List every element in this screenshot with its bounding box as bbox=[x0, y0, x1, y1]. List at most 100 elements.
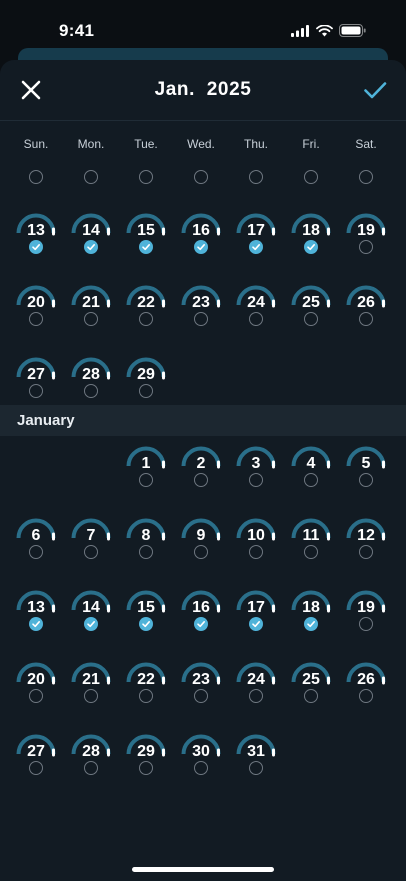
day-check-empty[interactable] bbox=[249, 689, 263, 703]
day-check-empty[interactable] bbox=[139, 473, 153, 487]
day-check-empty[interactable] bbox=[29, 689, 43, 703]
day-check-empty[interactable] bbox=[194, 170, 208, 184]
calendar-day[interactable]: 20 bbox=[14, 657, 58, 709]
day-check-selected[interactable] bbox=[139, 617, 153, 631]
day-check-selected[interactable] bbox=[84, 240, 98, 254]
day-check-empty[interactable] bbox=[359, 170, 373, 184]
day-check-selected[interactable] bbox=[194, 240, 208, 254]
calendar-day[interactable]: 1 bbox=[124, 441, 168, 493]
calendar-day[interactable]: 22 bbox=[124, 280, 168, 332]
calendar-day[interactable]: 24 bbox=[234, 280, 278, 332]
calendar-day[interactable]: 17 bbox=[234, 208, 278, 260]
calendar-day[interactable]: 27 bbox=[14, 352, 58, 404]
day-check-empty[interactable] bbox=[359, 473, 373, 487]
calendar-day[interactable]: 21 bbox=[69, 657, 113, 709]
calendar-day[interactable]: 4 bbox=[289, 441, 333, 493]
day-check-empty[interactable] bbox=[194, 689, 208, 703]
day-check-empty[interactable] bbox=[304, 473, 318, 487]
calendar-day[interactable]: 14 bbox=[69, 585, 113, 637]
day-check-empty[interactable] bbox=[29, 170, 43, 184]
calendar-day[interactable]: 19 bbox=[344, 585, 388, 637]
day-check-selected[interactable] bbox=[139, 240, 153, 254]
calendar-day[interactable]: 25 bbox=[289, 280, 333, 332]
day-check-empty[interactable] bbox=[249, 761, 263, 775]
day-check-empty[interactable] bbox=[304, 312, 318, 326]
calendar-day[interactable]: 19 bbox=[344, 208, 388, 260]
day-check-empty[interactable] bbox=[84, 761, 98, 775]
calendar-day[interactable]: 28 bbox=[69, 729, 113, 781]
day-check-selected[interactable] bbox=[84, 617, 98, 631]
calendar-day[interactable]: 6 bbox=[14, 513, 58, 565]
day-check-empty[interactable] bbox=[29, 545, 43, 559]
calendar-day[interactable]: 15 bbox=[124, 585, 168, 637]
day-check-empty[interactable] bbox=[139, 689, 153, 703]
day-check-selected[interactable] bbox=[304, 240, 318, 254]
day-check-empty[interactable] bbox=[194, 761, 208, 775]
calendar-day[interactable]: 16 bbox=[179, 208, 223, 260]
day-check-empty[interactable] bbox=[249, 312, 263, 326]
day-check-empty[interactable] bbox=[139, 170, 153, 184]
day-check-empty[interactable] bbox=[194, 312, 208, 326]
calendar-day[interactable]: 18 bbox=[289, 208, 333, 260]
calendar-day[interactable]: 29 bbox=[124, 729, 168, 781]
day-check-selected[interactable] bbox=[304, 617, 318, 631]
calendar-day[interactable]: 2 bbox=[179, 441, 223, 493]
calendar-day[interactable]: 20 bbox=[14, 280, 58, 332]
day-check-selected[interactable] bbox=[249, 240, 263, 254]
day-check-empty[interactable] bbox=[29, 761, 43, 775]
calendar-day[interactable]: 27 bbox=[14, 729, 58, 781]
day-check-selected[interactable] bbox=[29, 240, 43, 254]
day-check-empty[interactable] bbox=[249, 473, 263, 487]
calendar-day[interactable]: 31 bbox=[234, 729, 278, 781]
calendar-day[interactable]: 14 bbox=[69, 208, 113, 260]
day-check-empty[interactable] bbox=[84, 312, 98, 326]
day-check-empty[interactable] bbox=[84, 384, 98, 398]
calendar-day[interactable]: 25 bbox=[289, 657, 333, 709]
calendar-day[interactable]: 15 bbox=[124, 208, 168, 260]
day-check-empty[interactable] bbox=[84, 689, 98, 703]
calendar-day[interactable]: 28 bbox=[69, 352, 113, 404]
day-check-empty[interactable] bbox=[359, 689, 373, 703]
calendar-day[interactable]: 23 bbox=[179, 657, 223, 709]
calendar-day[interactable]: 18 bbox=[289, 585, 333, 637]
calendar-day[interactable]: 9 bbox=[179, 513, 223, 565]
day-check-empty[interactable] bbox=[139, 545, 153, 559]
day-check-empty[interactable] bbox=[139, 384, 153, 398]
calendar-day[interactable]: 13 bbox=[14, 208, 58, 260]
calendar-day[interactable]: 12 bbox=[344, 513, 388, 565]
day-check-empty[interactable] bbox=[304, 689, 318, 703]
day-check-empty[interactable] bbox=[139, 761, 153, 775]
calendar-day[interactable]: 23 bbox=[179, 280, 223, 332]
calendar-day[interactable]: 24 bbox=[234, 657, 278, 709]
calendar-day[interactable]: 10 bbox=[234, 513, 278, 565]
day-check-empty[interactable] bbox=[249, 545, 263, 559]
calendar-day[interactable]: 26 bbox=[344, 657, 388, 709]
day-check-empty[interactable] bbox=[194, 545, 208, 559]
calendar-day[interactable]: 29 bbox=[124, 352, 168, 404]
day-check-selected[interactable] bbox=[194, 617, 208, 631]
day-check-empty[interactable] bbox=[359, 312, 373, 326]
day-check-empty[interactable] bbox=[304, 545, 318, 559]
calendar-day[interactable]: 11 bbox=[289, 513, 333, 565]
calendar-day[interactable]: 17 bbox=[234, 585, 278, 637]
calendar-day[interactable]: 21 bbox=[69, 280, 113, 332]
calendar-day[interactable]: 26 bbox=[344, 280, 388, 332]
day-check-empty[interactable] bbox=[29, 312, 43, 326]
calendar-day[interactable]: 3 bbox=[234, 441, 278, 493]
day-check-empty[interactable] bbox=[304, 170, 318, 184]
day-check-empty[interactable] bbox=[194, 473, 208, 487]
calendar-day[interactable]: 22 bbox=[124, 657, 168, 709]
calendar-day[interactable]: 7 bbox=[69, 513, 113, 565]
day-check-selected[interactable] bbox=[29, 617, 43, 631]
calendar-day[interactable]: 16 bbox=[179, 585, 223, 637]
day-check-empty[interactable] bbox=[139, 312, 153, 326]
day-check-empty[interactable] bbox=[84, 170, 98, 184]
calendar-day[interactable]: 13 bbox=[14, 585, 58, 637]
day-check-empty[interactable] bbox=[249, 170, 263, 184]
day-check-empty[interactable] bbox=[359, 617, 373, 631]
day-check-empty[interactable] bbox=[359, 545, 373, 559]
calendar-day[interactable]: 8 bbox=[124, 513, 168, 565]
day-check-selected[interactable] bbox=[249, 617, 263, 631]
confirm-button[interactable] bbox=[362, 77, 388, 103]
calendar-day[interactable]: 5 bbox=[344, 441, 388, 493]
